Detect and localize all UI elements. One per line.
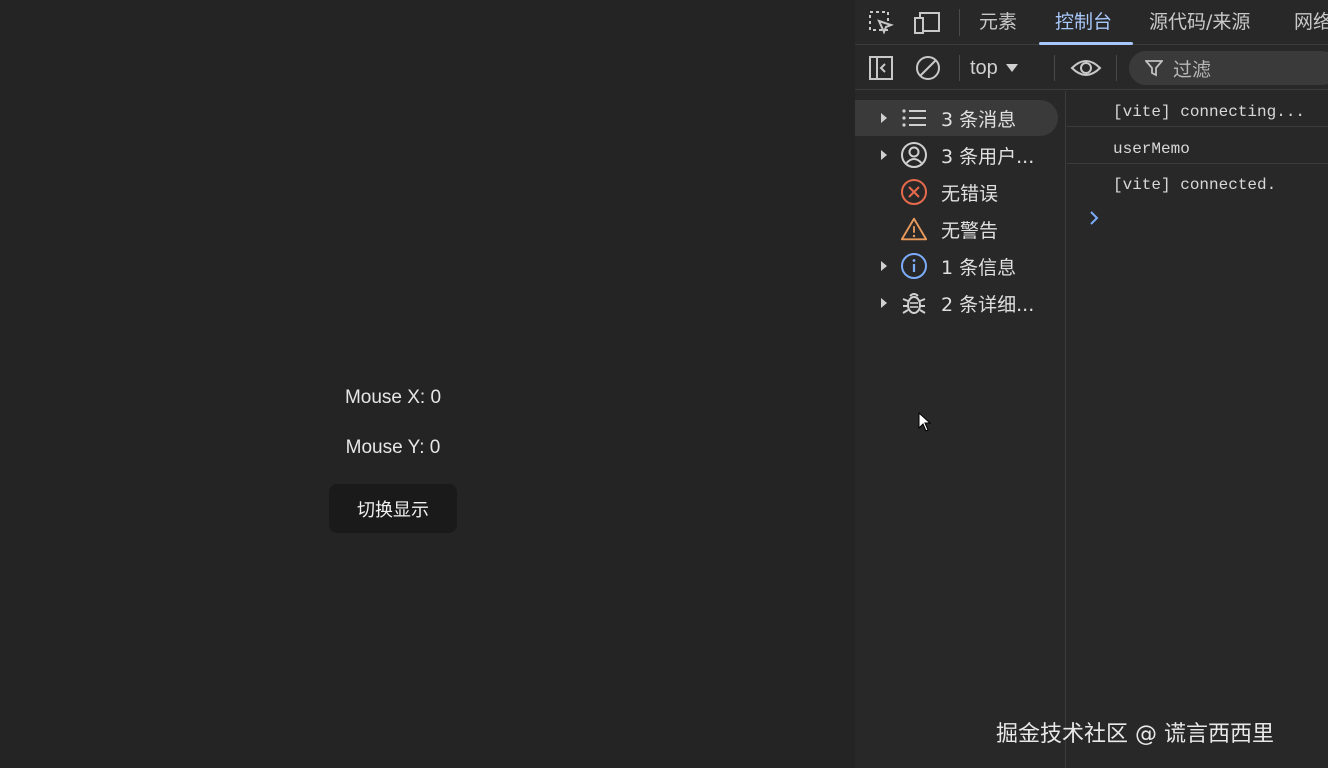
sidebar-item-verbose[interactable]: 2 条详细... [855,285,1058,321]
dropdown-arrow-icon [1005,64,1018,72]
console-message[interactable]: [vite] connecting... [1067,91,1328,127]
console-sidebar: 3 条消息 3 条用户... 无错误 无警告 1 条信息 2 条详细... [855,91,1066,768]
expand-caret-icon [881,113,887,123]
toggle-display-button[interactable]: 切换显示 [329,484,457,533]
sidebar-item-label: 3 条用户... [941,145,1035,168]
console-message[interactable]: [vite] connected. [1067,164,1328,200]
devtools-panel: 元素 控制台 源代码/来源 网络 top 过滤 3 条消息 3 条用户... 无… [855,0,1328,768]
expand-caret-icon [881,298,887,308]
error-icon [900,178,928,206]
sidebar-item-messages[interactable]: 3 条消息 [855,100,1058,136]
sidebar-item-label: 无错误 [941,182,999,205]
sidebar-item-warnings[interactable]: 无警告 [855,211,1058,247]
expand-caret-icon [881,261,887,271]
inspect-element-icon[interactable] [866,8,896,38]
warning-icon [900,215,928,243]
tab-separator [959,9,960,36]
console-toolbar: top 过滤 [855,46,1328,90]
sidebar-item-info[interactable]: 1 条信息 [855,248,1058,284]
sidebar-item-label: 1 条信息 [941,256,1017,279]
sidebar-item-user-messages[interactable]: 3 条用户... [855,137,1058,173]
sidebar-item-label: 无警告 [941,219,999,242]
context-selector-label: top [970,56,998,79]
sidebar-item-label: 2 条详细... [941,293,1035,316]
toolbar-separator [1116,55,1117,81]
sidebar-toggle-icon[interactable] [866,53,896,83]
filter-input[interactable]: 过滤 [1129,51,1328,85]
tab-elements[interactable]: 元素 [979,0,1017,45]
active-tab-indicator [1039,42,1133,45]
user-icon [900,141,928,169]
console-message[interactable]: userMemo [1067,128,1328,164]
toolbar-separator [959,55,960,81]
live-expression-eye-icon[interactable] [1070,53,1102,83]
expand-caret-icon [881,150,887,160]
devtools-tab-bar: 元素 控制台 源代码/来源 网络 [855,0,1328,45]
console-prompt-icon[interactable] [1087,210,1101,226]
sidebar-item-label: 3 条消息 [941,108,1017,131]
mouse-cursor-icon [918,412,932,432]
tab-network[interactable]: 网络 [1294,0,1328,45]
sidebar-item-errors[interactable]: 无错误 [855,174,1058,210]
info-icon [900,252,928,280]
bug-icon [900,289,928,317]
filter-placeholder: 过滤 [1173,58,1212,81]
list-icon [900,104,928,132]
toolbar-separator [1054,55,1055,81]
device-toolbar-icon[interactable] [912,8,942,38]
tab-sources[interactable]: 源代码/来源 [1149,0,1250,45]
mouse-y-readout: Mouse Y: 0 [345,437,441,458]
console-output: [vite] connecting... userMemo [vite] con… [1067,91,1328,768]
mouse-x-readout: Mouse X: 0 [344,387,442,408]
clear-console-icon[interactable] [913,53,943,83]
context-selector[interactable]: top [970,54,1018,82]
filter-icon [1145,60,1163,77]
app-viewport: Mouse X: 0 Mouse Y: 0 切换显示 [0,0,855,768]
watermark: 掘金技术社区 @ 谎言西西里 [996,722,1274,747]
tab-console[interactable]: 控制台 [1055,0,1112,45]
